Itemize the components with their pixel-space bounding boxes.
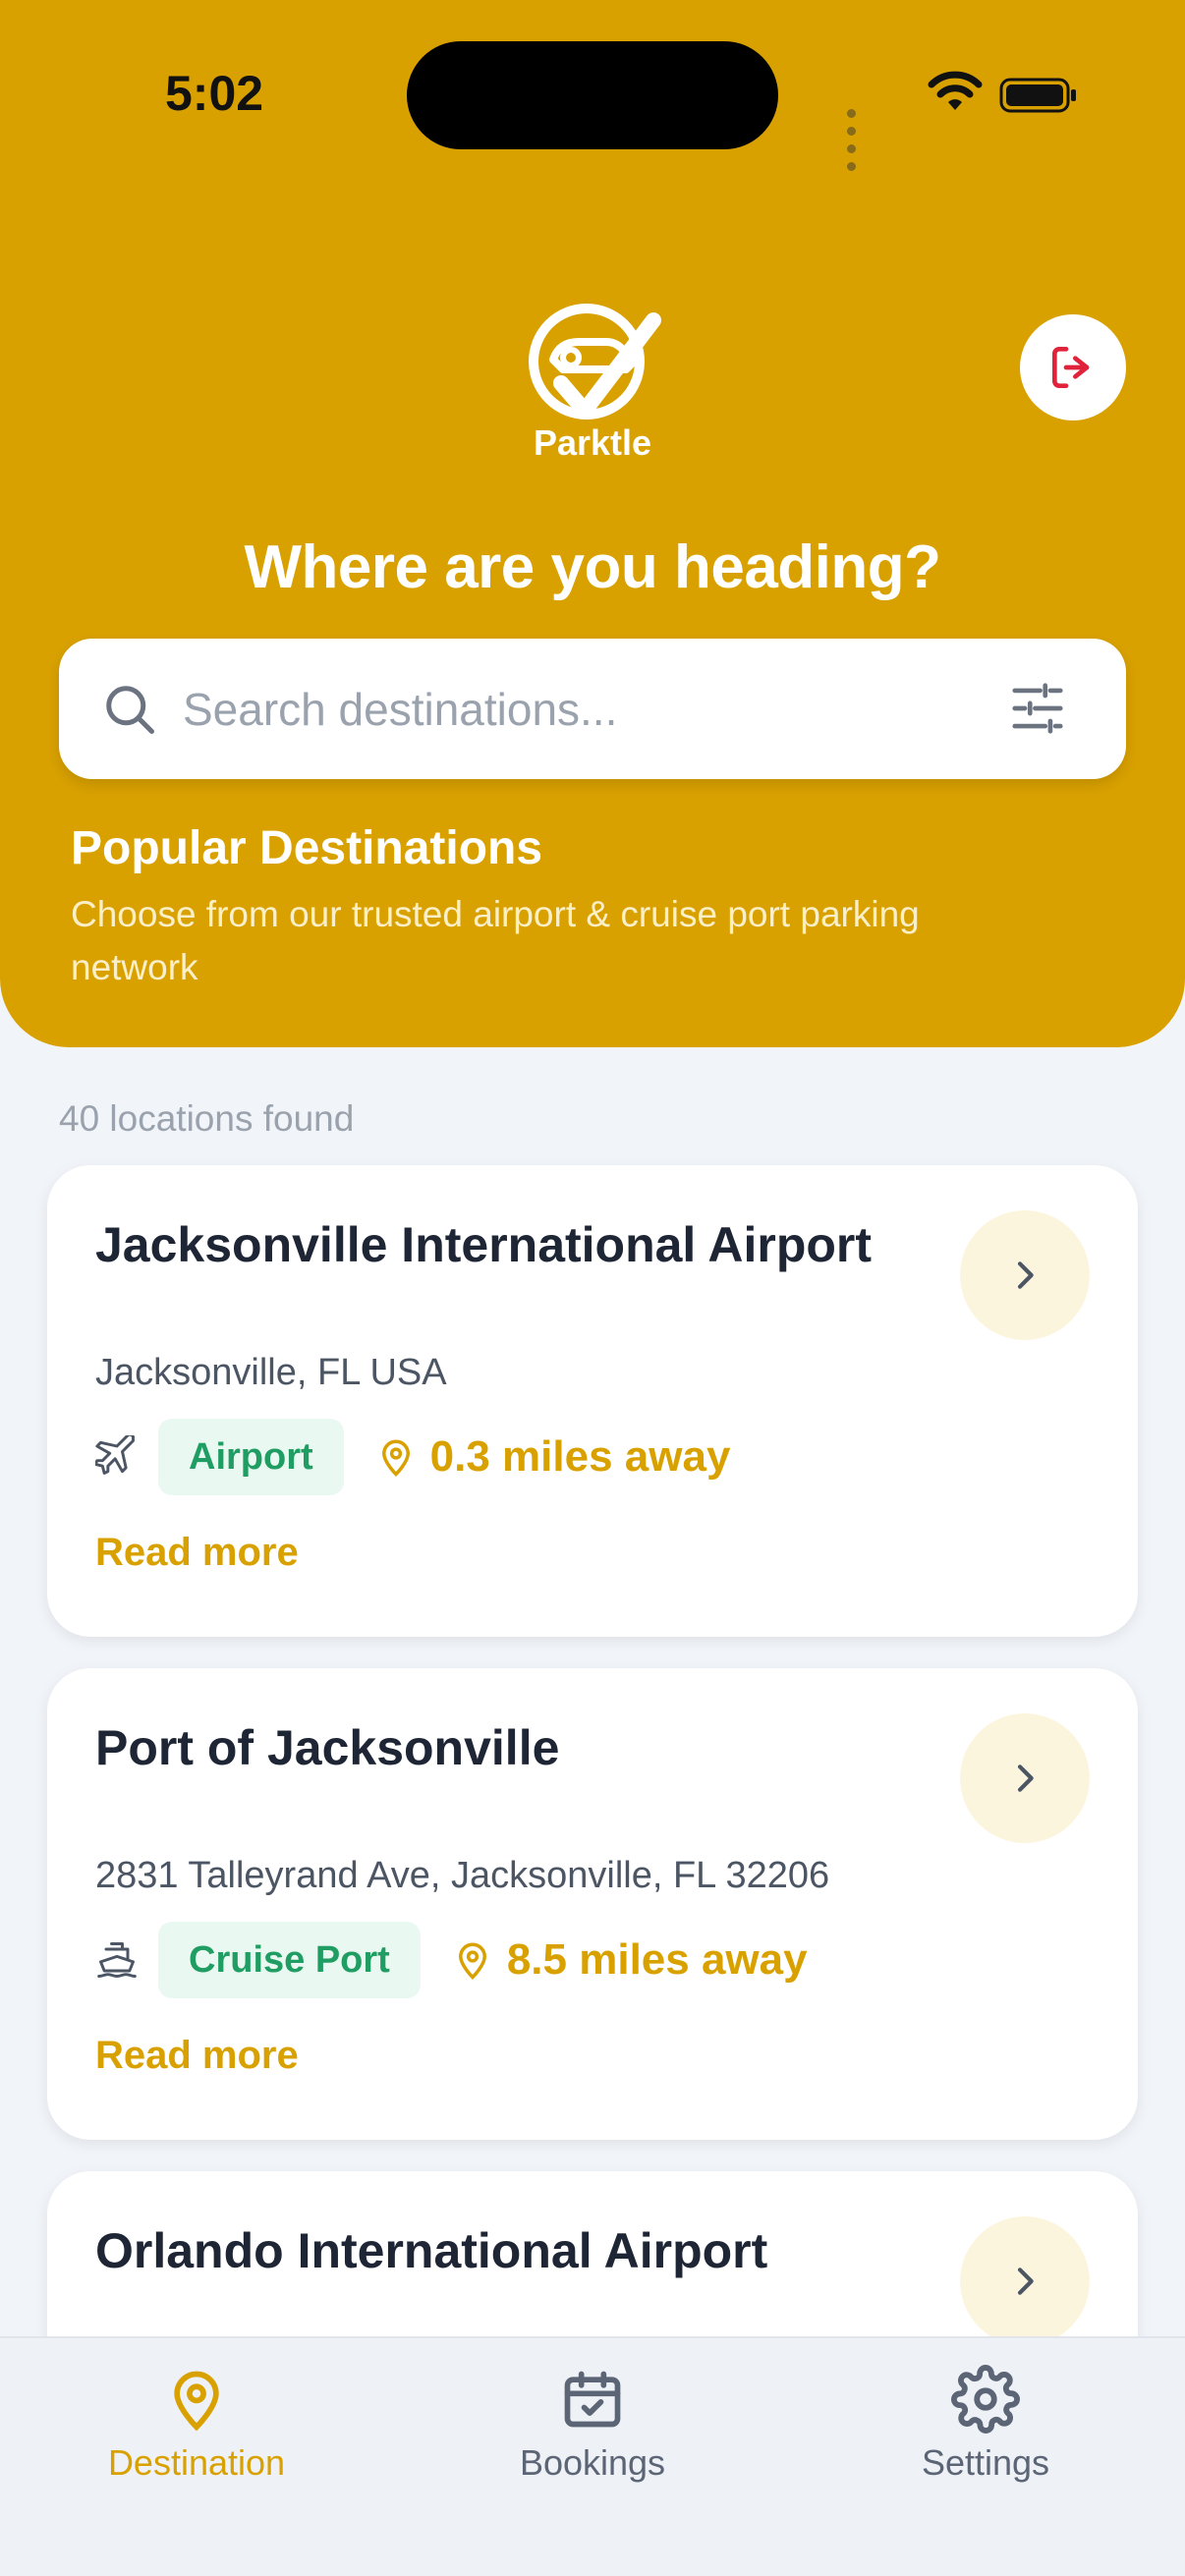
read-more-link[interactable]: Read more xyxy=(95,1531,299,1575)
tab-label: Bookings xyxy=(519,2442,666,2483)
search-input[interactable] xyxy=(183,639,988,779)
airplane-icon xyxy=(95,1434,141,1480)
location-pin-icon xyxy=(452,1937,493,1983)
logout-button[interactable] xyxy=(1020,314,1126,420)
destination-card[interactable]: Jacksonville International Airport Jacks… xyxy=(47,1165,1138,1637)
logout-icon xyxy=(1052,347,1090,388)
calendar-check-icon xyxy=(564,2371,621,2428)
map-pin-icon xyxy=(174,2371,219,2432)
dynamic-island xyxy=(407,41,778,149)
open-destination-button[interactable] xyxy=(960,2216,1090,2346)
destination-card[interactable]: Port of Jacksonville 2831 Talleyrand Ave… xyxy=(47,1668,1138,2140)
ship-icon xyxy=(95,1937,141,1983)
status-time: 5:02 xyxy=(165,66,264,121)
page-heading: Where are you heading? xyxy=(244,533,941,601)
destination-meta: Cruise Port 8.5 miles away xyxy=(95,1922,808,1998)
destination-name: Jacksonville International Airport xyxy=(95,1217,873,1272)
open-destination-button[interactable] xyxy=(960,1713,1090,1843)
tab-label: Destination xyxy=(107,2442,286,2483)
read-more-link[interactable]: Read more xyxy=(95,2034,299,2078)
popular-destinations-title: Popular Destinations xyxy=(71,822,543,874)
search-bar[interactable] xyxy=(59,639,1126,779)
destination-address: Jacksonville, FL USA xyxy=(95,1352,447,1393)
tab-settings[interactable]: Settings xyxy=(838,2338,1133,2535)
search-icon xyxy=(106,686,154,734)
popular-destinations-subtitle: Choose from our trusted airport & cruise… xyxy=(71,894,920,987)
type-badge: Cruise Port xyxy=(158,1922,421,1998)
chevron-right-icon xyxy=(1017,2268,1034,2295)
battery-icon xyxy=(999,78,1076,113)
tab-label: Settings xyxy=(921,2442,1050,2483)
brand-name: Parktle xyxy=(533,422,652,463)
gear-icon xyxy=(951,2365,1020,2434)
destination-name: Orlando International Airport xyxy=(95,2223,768,2278)
results-count: 40 locations found xyxy=(59,1098,355,1139)
destination-meta: Airport 0.3 miles away xyxy=(95,1419,730,1495)
tab-destination[interactable]: Destination xyxy=(49,2338,344,2535)
distance-label: 0.3 miles away xyxy=(429,1432,731,1481)
destination-address: 2831 Talleyrand Ave, Jacksonville, FL 32… xyxy=(95,1855,830,1896)
wifi-icon xyxy=(928,71,983,110)
destination-name: Port of Jacksonville xyxy=(95,1720,560,1775)
header: 5:02 Parktle Where are you heading? Sear… xyxy=(0,0,1185,1047)
chevron-right-icon xyxy=(1017,1261,1034,1289)
distance-label: 8.5 miles away xyxy=(506,1935,808,1984)
chevron-right-icon xyxy=(1017,1764,1034,1792)
type-badge: Airport xyxy=(158,1419,344,1495)
bottom-tab-bar: Destination Bookings Settings xyxy=(0,2336,1185,2576)
tab-bookings[interactable]: Bookings xyxy=(445,2338,740,2535)
location-pin-icon xyxy=(375,1434,417,1480)
filter-sliders-icon[interactable] xyxy=(1007,678,1068,739)
open-destination-button[interactable] xyxy=(960,1210,1090,1340)
cellular-signal-icon xyxy=(847,105,861,176)
